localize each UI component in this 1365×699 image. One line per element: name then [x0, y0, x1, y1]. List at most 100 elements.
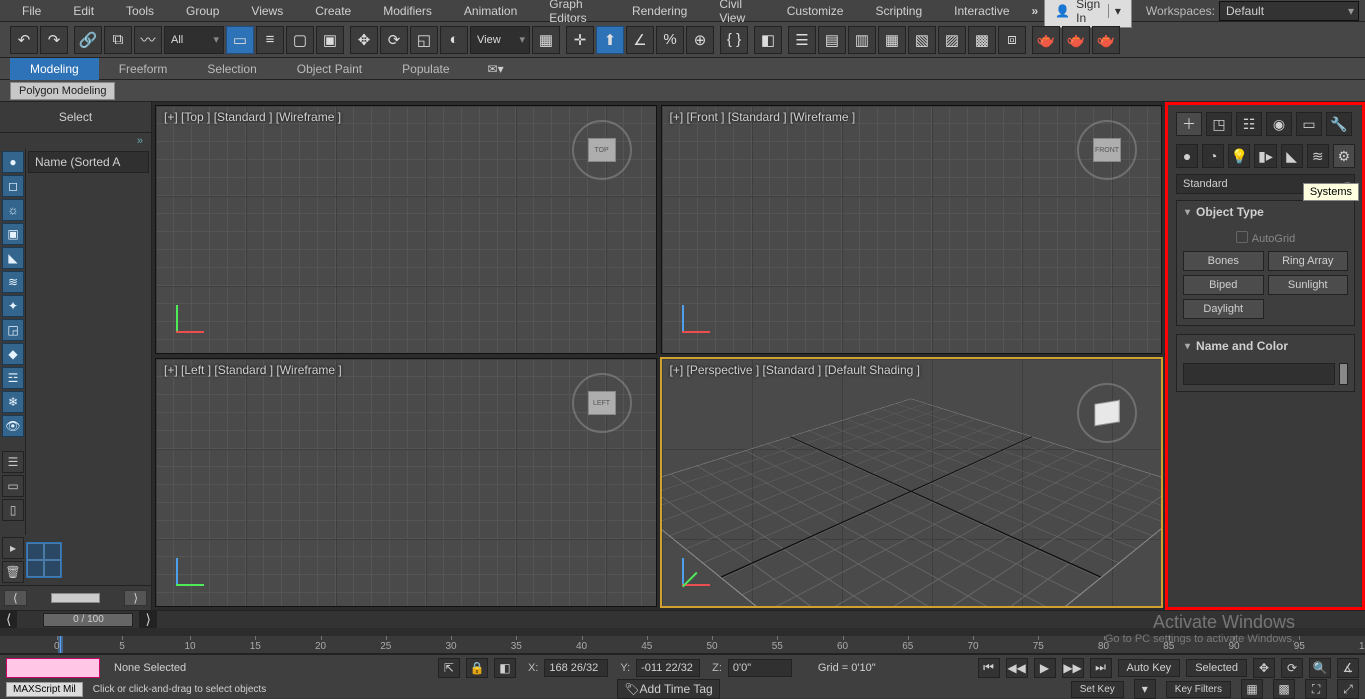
cmd-tab-modify[interactable]: ◳: [1206, 112, 1232, 136]
curve-editor-button[interactable]: ▦: [878, 26, 906, 54]
explorer-scroll-left[interactable]: ⟨: [4, 590, 27, 606]
ribbon-tab-object-paint[interactable]: Object Paint: [277, 58, 382, 80]
viewport-front[interactable]: [+] [Front ] [Standard ] [Wireframe ] FR…: [661, 105, 1163, 354]
filter-bones-icon[interactable]: ◆: [2, 343, 24, 365]
scale-button[interactable]: ◱: [410, 26, 438, 54]
filter-containers-icon[interactable]: ☲: [2, 367, 24, 389]
select-by-name-button[interactable]: ≡: [256, 26, 284, 54]
explorer-trash-icon[interactable]: 🗑: [2, 561, 24, 583]
filter-cameras-icon[interactable]: ▣: [2, 223, 24, 245]
play-start-button[interactable]: ⏮: [978, 658, 1000, 678]
object-type-daylight[interactable]: Daylight: [1183, 299, 1264, 319]
menu-edit[interactable]: Edit: [57, 1, 110, 21]
menu-create[interactable]: Create: [299, 1, 367, 21]
viewcube-left[interactable]: LEFT: [572, 373, 632, 433]
viewport-left-label[interactable]: [+] [Left ] [Standard ] [Wireframe ]: [164, 363, 342, 377]
unlink-button[interactable]: ⧉: [104, 26, 132, 54]
snap-toggle-button[interactable]: ⬆: [596, 26, 624, 54]
filter-xrefs-icon[interactable]: ◲: [2, 319, 24, 341]
coord-x-value[interactable]: 168 26/32: [544, 659, 608, 677]
menu-tools[interactable]: Tools: [110, 1, 170, 21]
viewport-perspective-label[interactable]: [+] [Perspective ] [Standard ] [Default …: [670, 363, 920, 377]
viewport-top[interactable]: [+] [Top ] [Standard ] [Wireframe ] TOP: [155, 105, 657, 354]
viewcube-perspective[interactable]: [1077, 383, 1137, 443]
toggle-ribbon-button[interactable]: ▥: [848, 26, 876, 54]
nav-zoom-all-icon[interactable]: ▦: [1241, 679, 1263, 699]
manipulate-button[interactable]: ✛: [566, 26, 594, 54]
menu-file[interactable]: File: [6, 1, 57, 21]
cat-systems-icon[interactable]: ⚙: [1333, 144, 1355, 168]
viewport-layout-icon[interactable]: [26, 542, 62, 578]
nav-orbit-icon[interactable]: ⟳: [1281, 658, 1303, 678]
schematic-view-button[interactable]: ▧: [908, 26, 936, 54]
explorer-play-icon[interactable]: ▸: [2, 537, 24, 559]
spinner-snap-button[interactable]: ⊕: [686, 26, 714, 54]
scene-explorer-expander-icon[interactable]: »: [0, 133, 151, 149]
add-time-tag[interactable]: 🏷 Add Time Tag: [617, 679, 719, 699]
filter-frozen-icon[interactable]: ❄: [2, 391, 24, 413]
render-active-button[interactable]: 🫖: [1092, 26, 1120, 54]
named-selection-button[interactable]: { }: [720, 26, 748, 54]
cat-lights-icon[interactable]: 💡: [1228, 144, 1250, 168]
rectangular-region-button[interactable]: ▢: [286, 26, 314, 54]
rotate-button[interactable]: ⟳: [380, 26, 408, 54]
scene-explorer-column-header[interactable]: Name (Sorted A: [28, 151, 149, 173]
cmd-tab-create[interactable]: ＋: [1176, 112, 1202, 136]
autokey-button[interactable]: Auto Key: [1118, 659, 1181, 677]
filter-none-icon[interactable]: ☰: [2, 451, 24, 473]
select-object-button[interactable]: ▭: [226, 26, 254, 54]
move-button[interactable]: ✥: [350, 26, 378, 54]
lock-icon[interactable]: 🔒: [466, 658, 488, 678]
filter-invert-icon[interactable]: ▯: [2, 499, 24, 521]
viewport-perspective[interactable]: [+] [Perspective ] [Standard ] [Default …: [661, 358, 1163, 607]
maxscript-listener[interactable]: MAXScript Mil: [6, 682, 83, 697]
filter-lights-icon[interactable]: ☼: [2, 199, 24, 221]
viewcube-top[interactable]: TOP: [572, 120, 632, 180]
cat-geometry-icon[interactable]: ●: [1176, 144, 1198, 168]
viewport-left[interactable]: [+] [Left ] [Standard ] [Wireframe ] LEF…: [155, 358, 657, 607]
align-button[interactable]: ☰: [788, 26, 816, 54]
filter-spacewarps-icon[interactable]: ≋: [2, 271, 24, 293]
ribbon-panel-polygon-modeling[interactable]: Polygon Modeling: [10, 82, 115, 100]
object-type-sunlight[interactable]: Sunlight: [1268, 275, 1349, 295]
render-prod-button[interactable]: 🫖: [1032, 26, 1060, 54]
nav-pan-icon[interactable]: ✥: [1253, 658, 1275, 678]
filter-geometry-icon[interactable]: ●: [2, 151, 24, 173]
menu-scripting[interactable]: Scripting: [859, 1, 938, 21]
time-cursor[interactable]: [60, 636, 61, 653]
key-filter-icon[interactable]: ▾: [1134, 679, 1156, 699]
ref-coord-dropdown[interactable]: View: [470, 26, 530, 54]
ribbon-tab-selection[interactable]: Selection: [187, 58, 276, 80]
time-ruler[interactable]: 0510152025303540455055606570758085909510…: [0, 636, 1365, 654]
selection-lock-icon[interactable]: ⇱: [438, 658, 460, 678]
nav-zoom-ext-icon[interactable]: ▩: [1273, 679, 1295, 699]
ribbon-tab-freeform[interactable]: Freeform: [99, 58, 188, 80]
menu-views[interactable]: Views: [235, 1, 299, 21]
abs-rel-icon[interactable]: ◧: [494, 658, 516, 678]
explorer-scroll-right[interactable]: ⟩: [124, 590, 147, 606]
cmd-tab-motion[interactable]: ◉: [1266, 112, 1292, 136]
mini-curve-row[interactable]: [0, 628, 1365, 636]
cmd-tab-utilities[interactable]: 🔧: [1326, 112, 1352, 136]
play-end-button[interactable]: ⏭: [1090, 658, 1112, 678]
rollout-object-type-header[interactable]: Object Type: [1177, 201, 1354, 223]
menu-rendering[interactable]: Rendering: [616, 1, 703, 21]
bind-spacewarp-button[interactable]: 〰: [134, 26, 162, 54]
play-button[interactable]: ▶: [1034, 658, 1056, 678]
menu-graph-editors[interactable]: Graph Editors: [533, 0, 616, 28]
setkey-button[interactable]: Set Key: [1071, 681, 1124, 698]
ribbon-extra-icon[interactable]: ✉▾: [470, 62, 504, 76]
rollout-name-and-color-header[interactable]: Name and Color: [1177, 335, 1354, 357]
nav-max-icon[interactable]: ⛶: [1305, 679, 1327, 699]
track-swatch[interactable]: [6, 658, 100, 678]
render-frame-button[interactable]: ⧈: [998, 26, 1026, 54]
object-type-biped[interactable]: Biped: [1183, 275, 1264, 295]
coord-z-value[interactable]: 0'0": [728, 659, 792, 677]
cat-spacewarps-icon[interactable]: ≋: [1307, 144, 1329, 168]
menu-group[interactable]: Group: [170, 1, 235, 21]
viewport-top-label[interactable]: [+] [Top ] [Standard ] [Wireframe ]: [164, 110, 341, 124]
material-editor-button[interactable]: ▨: [938, 26, 966, 54]
timeslider-step-back[interactable]: ⟨: [0, 611, 17, 628]
menu-animation[interactable]: Animation: [448, 1, 533, 21]
viewport-front-label[interactable]: [+] [Front ] [Standard ] [Wireframe ]: [670, 110, 856, 124]
